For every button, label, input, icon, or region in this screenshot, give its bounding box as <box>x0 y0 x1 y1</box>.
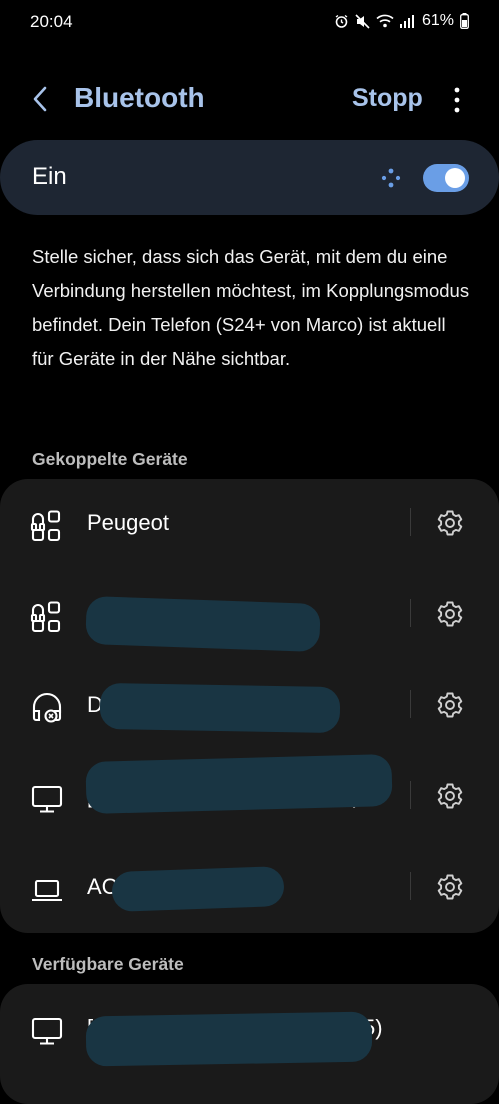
switch-knob <box>445 168 465 188</box>
row-divider <box>410 872 411 900</box>
more-options-button[interactable] <box>444 84 470 116</box>
redaction-mark <box>111 866 285 912</box>
device-settings-button[interactable] <box>436 782 464 810</box>
list-item[interactable]: C z <box>0 570 499 661</box>
row-divider <box>410 508 411 536</box>
chevron-left-icon <box>33 86 47 112</box>
paired-devices-list: Peugeot C z D o [T <box>0 479 499 933</box>
gear-icon <box>437 874 463 900</box>
battery-percentage: 61% <box>421 12 454 29</box>
pairing-description: Stelle sicher, dass sich das Gerät, mit … <box>32 246 470 369</box>
more-vert-icon <box>454 87 460 113</box>
mute-icon <box>355 13 370 29</box>
toggle-label: Ein <box>32 163 67 190</box>
device-settings-button[interactable] <box>436 873 464 901</box>
car-audio-icon <box>30 509 64 543</box>
list-item[interactable]: Peugeot <box>0 479 499 570</box>
list-item[interactable]: [T ( <box>0 752 499 843</box>
scanning-icon <box>380 167 402 189</box>
wifi-icon <box>376 14 394 28</box>
device-name: Peugeot <box>87 510 169 535</box>
available-devices-header: Verfügbare Geräte <box>32 954 184 974</box>
paired-devices-header: Gekoppelte Geräte <box>32 449 188 469</box>
page-title: Bluetooth <box>74 82 205 113</box>
redaction-mark <box>85 1011 373 1067</box>
alarm-icon <box>334 14 349 29</box>
headphones-icon <box>30 691 64 725</box>
gear-icon <box>437 510 463 536</box>
list-item[interactable]: D o <box>0 661 499 752</box>
device-settings-button[interactable] <box>436 509 464 537</box>
gear-icon <box>437 692 463 718</box>
status-time: 20:04 <box>30 12 73 31</box>
monitor-icon <box>30 782 64 816</box>
stop-scan-button[interactable]: Stopp <box>352 84 423 113</box>
row-divider <box>410 690 411 718</box>
device-settings-button[interactable] <box>436 600 464 628</box>
available-devices-list: [ 5) <box>0 984 499 1104</box>
list-item[interactable]: AC <box>0 843 499 934</box>
bluetooth-switch[interactable] <box>423 164 469 192</box>
status-bar: 20:04 61% <box>0 0 499 46</box>
app-bar: Bluetooth Stopp <box>0 70 499 130</box>
signal-icon <box>399 14 414 28</box>
battery-icon <box>460 13 469 29</box>
laptop-icon <box>30 873 64 907</box>
device-settings-button[interactable] <box>436 691 464 719</box>
list-item[interactable]: [ 5) <box>0 984 499 1075</box>
status-icons: 61% <box>334 12 469 30</box>
redaction-mark <box>85 595 321 653</box>
redaction-mark <box>99 682 341 734</box>
gear-icon <box>437 783 463 809</box>
row-divider <box>410 599 411 627</box>
monitor-icon <box>30 1014 64 1048</box>
back-button[interactable] <box>26 84 56 114</box>
gear-icon <box>437 601 463 627</box>
car-audio-icon <box>30 600 64 634</box>
row-divider <box>410 781 411 809</box>
redaction-mark <box>85 754 393 814</box>
